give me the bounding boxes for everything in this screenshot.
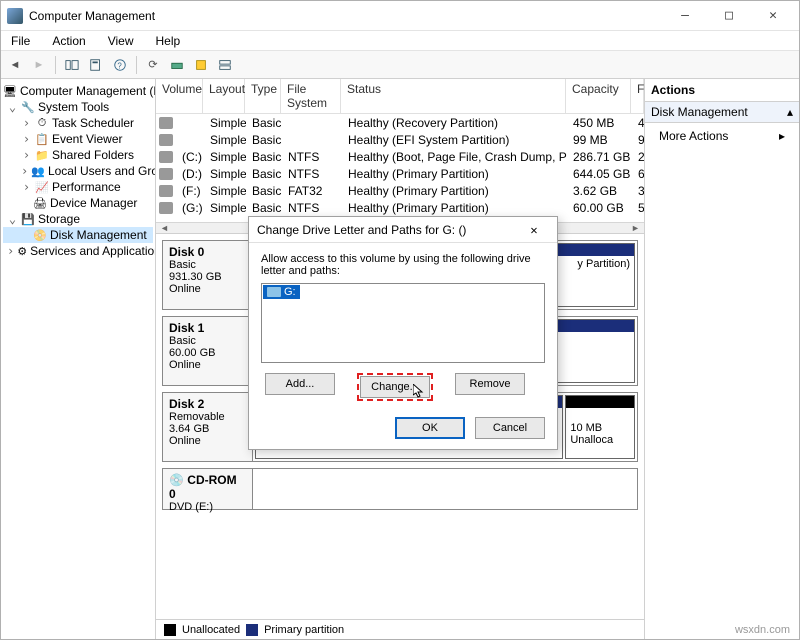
col-free[interactable]: F xyxy=(631,79,644,113)
properties-button[interactable] xyxy=(86,55,106,75)
tree-task-scheduler[interactable]: ›⏱Task Scheduler xyxy=(3,115,153,131)
disk-2-label: Disk 2 Removable 3.64 GB Online xyxy=(163,393,253,461)
volume-row[interactable]: SimpleBasicHealthy (EFI System Partition… xyxy=(156,131,644,148)
collapse-icon: ▴ xyxy=(787,105,793,119)
volume-row[interactable]: (D:)SimpleBasicNTFSHealthy (Primary Part… xyxy=(156,165,644,182)
drive-icon xyxy=(159,185,173,197)
volume-list[interactable]: Volume Layout Type File System Status Ca… xyxy=(156,79,644,234)
help-button[interactable]: ? xyxy=(110,55,130,75)
rescan-button[interactable] xyxy=(167,55,187,75)
list-rows-container: SimpleBasicHealthy (Recovery Partition)4… xyxy=(156,114,644,216)
tree-event-viewer[interactable]: ›📋Event Viewer xyxy=(3,131,153,147)
drive-icon xyxy=(159,168,173,180)
dialog-title: Change Drive Letter and Paths for G: () xyxy=(257,223,466,237)
list-header[interactable]: Volume Layout Type File System Status Ca… xyxy=(156,79,644,114)
watermark: wsxdn.com xyxy=(735,624,790,636)
scroll-right-button[interactable]: ► xyxy=(627,223,644,233)
refresh-button[interactable]: ⟳ xyxy=(143,55,163,75)
tree-storage[interactable]: ⌄💾Storage xyxy=(3,211,153,227)
svg-text:?: ? xyxy=(117,61,122,70)
dialog-body: Allow access to this volume by using the… xyxy=(249,243,557,409)
app-icon xyxy=(7,8,23,24)
separator xyxy=(55,56,56,74)
partition-unallocated[interactable]: 10 MBUnalloca xyxy=(565,395,635,459)
tree-system-tools[interactable]: ⌄🔧System Tools xyxy=(3,99,153,115)
dialog-message: Allow access to this volume by using the… xyxy=(261,253,545,277)
menu-help[interactable]: Help xyxy=(152,33,185,49)
drive-icon xyxy=(159,134,173,146)
dialog-close-button[interactable]: ✕ xyxy=(519,223,549,237)
window-controls: — □ ✕ xyxy=(663,2,795,30)
minimize-button[interactable]: — xyxy=(663,2,707,30)
volume-row[interactable]: (F:)SimpleBasicFAT32Healthy (Primary Par… xyxy=(156,182,644,199)
cancel-button[interactable]: Cancel xyxy=(475,417,545,439)
col-volume[interactable]: Volume xyxy=(156,79,203,113)
legend: Unallocated Primary partition xyxy=(156,619,644,639)
maximize-button[interactable]: □ xyxy=(707,2,751,30)
tree-local-users[interactable]: ›👥Local Users and Groups xyxy=(3,163,153,179)
disk-0-label: Disk 0 Basic 931.30 GB Online xyxy=(163,241,253,309)
toolbar: ◄ ► ? ⟳ xyxy=(1,51,799,79)
show-hide-tree-button[interactable] xyxy=(62,55,82,75)
actions-more[interactable]: More Actions▸ xyxy=(645,123,799,149)
legend-swatch-primary xyxy=(246,624,258,636)
back-button[interactable]: ◄ xyxy=(5,55,25,75)
menu-view[interactable]: View xyxy=(104,33,138,49)
col-capacity[interactable]: Capacity xyxy=(566,79,631,113)
cursor-icon xyxy=(413,384,425,398)
tree-performance[interactable]: ›📈Performance xyxy=(3,179,153,195)
tree-shared-folders[interactable]: ›📁Shared Folders xyxy=(3,147,153,163)
change-drive-letter-dialog: Change Drive Letter and Paths for G: () … xyxy=(248,216,558,450)
close-button[interactable]: ✕ xyxy=(751,2,795,30)
volume-row[interactable]: (C:)SimpleBasicNTFSHealthy (Boot, Page F… xyxy=(156,148,644,165)
actions-pane: Actions Disk Management▴ More Actions▸ xyxy=(644,79,799,639)
scroll-left-button[interactable]: ◄ xyxy=(156,223,173,233)
col-type[interactable]: Type xyxy=(245,79,281,113)
change-button[interactable]: Change... xyxy=(360,376,430,398)
separator xyxy=(136,56,137,74)
menu-action[interactable]: Action xyxy=(48,33,89,49)
disk-row-cdrom[interactable]: 💿 CD-ROM 0 DVD (E:) xyxy=(162,468,638,510)
volume-row[interactable]: (G:)SimpleBasicNTFSHealthy (Primary Part… xyxy=(156,199,644,216)
tree-disk-management[interactable]: 📀Disk Management xyxy=(3,227,153,243)
tree-device-manager[interactable]: 🖨Device Manager xyxy=(3,195,153,211)
titlebar: Computer Management — □ ✕ xyxy=(1,1,799,31)
remove-button[interactable]: Remove xyxy=(455,373,525,395)
dialog-titlebar[interactable]: Change Drive Letter and Paths for G: () … xyxy=(249,217,557,243)
menu-file[interactable]: File xyxy=(7,33,34,49)
legend-swatch-unallocated xyxy=(164,624,176,636)
change-button-highlight: Change... xyxy=(357,373,433,401)
actions-header: Actions xyxy=(645,79,799,102)
drive-letter-item-selected[interactable]: G: xyxy=(263,285,300,299)
dialog-confirm-buttons: OK Cancel xyxy=(249,409,557,449)
volume-row[interactable]: SimpleBasicHealthy (Recovery Partition)4… xyxy=(156,114,644,131)
col-filesystem[interactable]: File System xyxy=(281,79,341,113)
cdrom-label: 💿 CD-ROM 0 DVD (E:) xyxy=(163,469,253,509)
forward-button[interactable]: ► xyxy=(29,55,49,75)
drive-icon xyxy=(159,151,173,163)
dialog-action-buttons: Add... Change... Remove xyxy=(261,371,545,403)
ok-button[interactable]: OK xyxy=(395,417,465,439)
drive-icon xyxy=(159,117,173,129)
col-layout[interactable]: Layout xyxy=(203,79,245,113)
legend-unallocated: Unallocated xyxy=(182,624,240,636)
disk-1-label: Disk 1 Basic 60.00 GB Online xyxy=(163,317,253,385)
tree-services[interactable]: ›⚙Services and Applications xyxy=(3,243,153,259)
menubar: File Action View Help xyxy=(1,31,799,51)
col-status[interactable]: Status xyxy=(341,79,566,113)
tree-root[interactable]: 🖥Computer Management (Local xyxy=(3,83,153,99)
actions-group-header[interactable]: Disk Management▴ xyxy=(645,102,799,123)
legend-primary: Primary partition xyxy=(264,624,344,636)
window-title: Computer Management xyxy=(29,9,155,23)
drive-icon xyxy=(159,202,173,214)
drive-letter-list[interactable]: G: xyxy=(261,283,545,363)
settings-button[interactable] xyxy=(191,55,211,75)
add-button[interactable]: Add... xyxy=(265,373,335,395)
view-top-button[interactable] xyxy=(215,55,235,75)
navigation-tree[interactable]: 🖥Computer Management (Local ⌄🔧System Too… xyxy=(1,79,156,639)
drive-icon xyxy=(267,287,281,297)
